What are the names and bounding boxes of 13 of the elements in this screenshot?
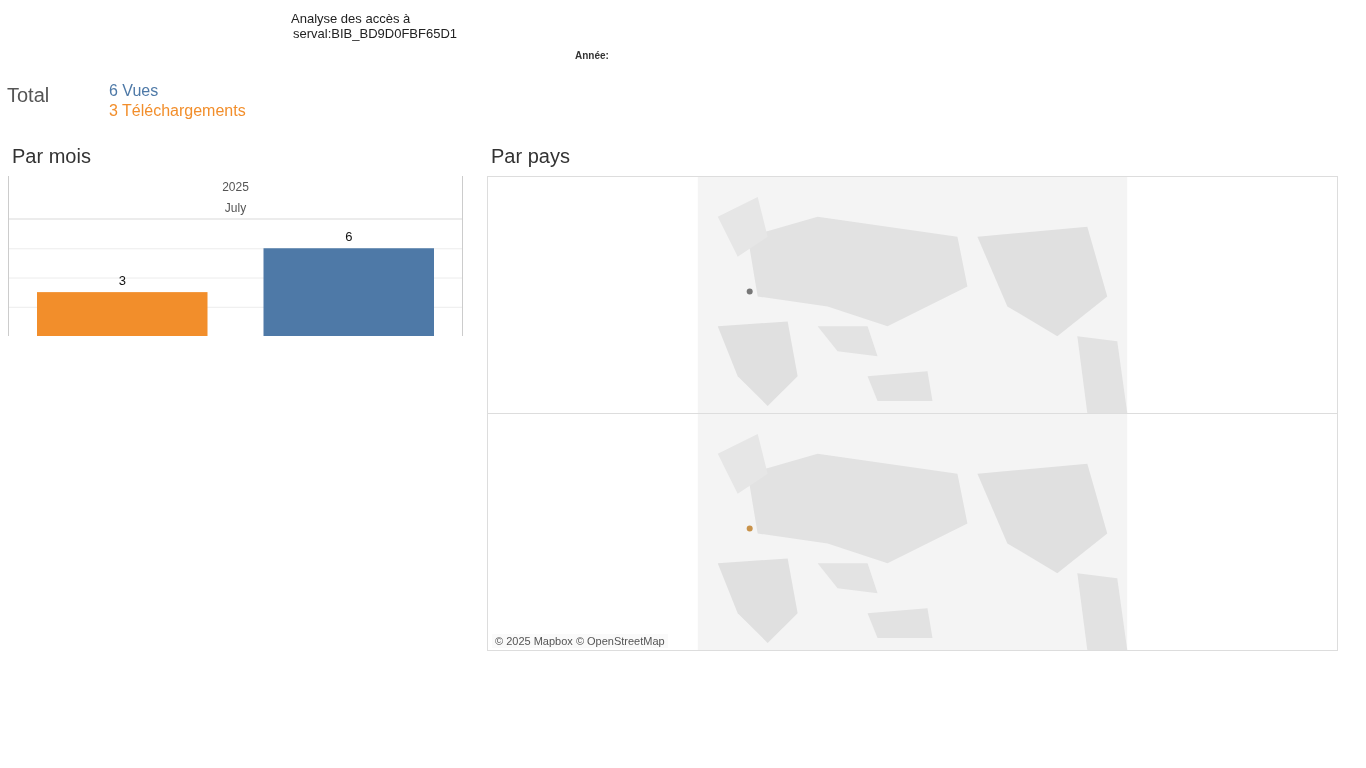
report-subtitle: serval:BIB_BD9D0FBF65D1 [292, 26, 458, 41]
total-value: 6 Vues [109, 81, 160, 101]
year-header: 2025 [222, 179, 249, 196]
section-title: Par mois [11, 145, 92, 169]
report-title: Analyse des accès à [291, 11, 412, 26]
section-title: Par pays [490, 145, 571, 169]
map-attribution: © 2025 Mapbox © OpenStreetMap [492, 634, 668, 648]
month-header: July [224, 200, 247, 217]
total-label: Total [7, 83, 51, 108]
data-label: 6 [345, 229, 353, 245]
year-filter-label: Année: [575, 50, 609, 61]
total-value: 3 Téléchargements [109, 101, 246, 121]
data-label: 3 [118, 273, 126, 289]
